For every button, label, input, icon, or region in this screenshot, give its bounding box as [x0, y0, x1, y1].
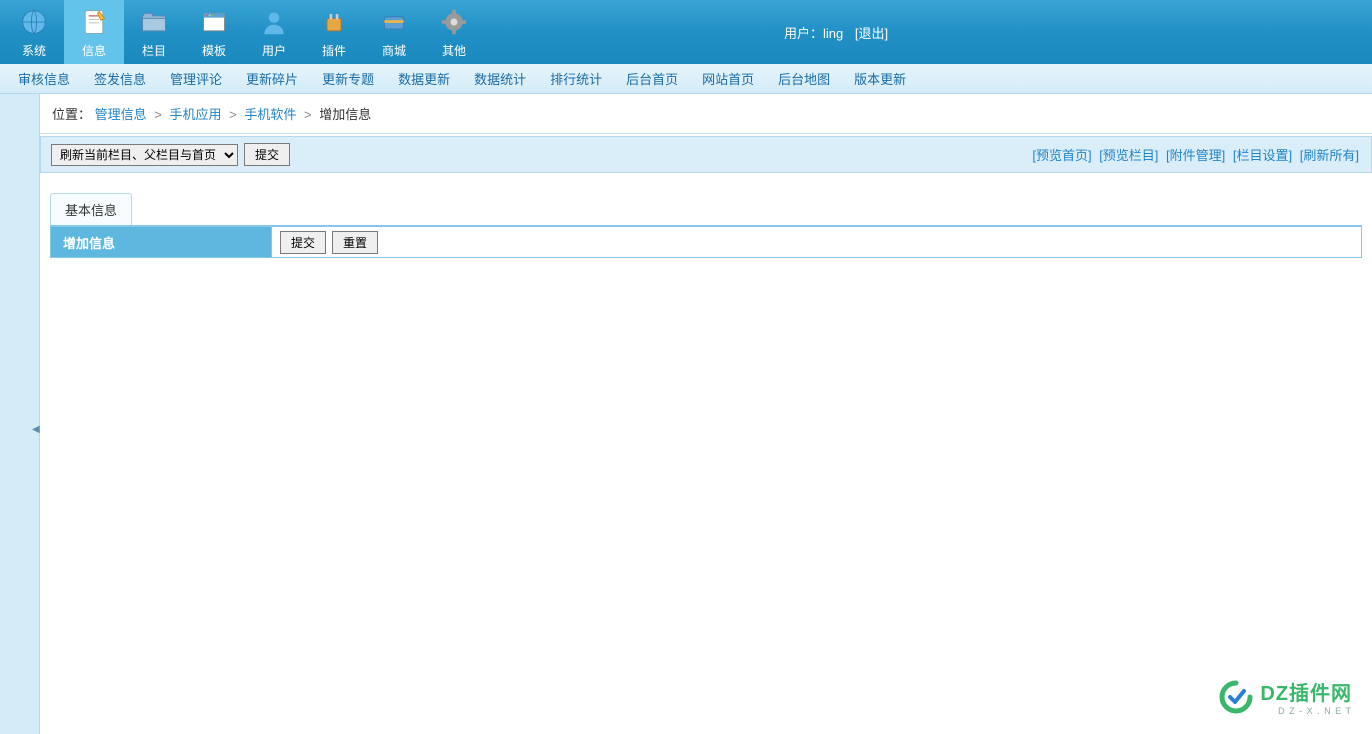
- breadcrumb-link[interactable]: 手机应用: [170, 107, 222, 122]
- user-icon: [258, 6, 290, 38]
- plugin-icon: [318, 6, 350, 38]
- document-icon: [78, 6, 110, 38]
- nav-shop[interactable]: 商城: [364, 0, 424, 64]
- subnav-item[interactable]: 后台地图: [766, 69, 842, 88]
- user-name: ling: [823, 26, 843, 41]
- preview-column-link[interactable]: [预览栏目]: [1099, 148, 1158, 163]
- form-submit-button[interactable]: 提交: [280, 231, 326, 254]
- breadcrumb-sep: >: [304, 107, 312, 122]
- nav-label: 插件: [322, 42, 346, 59]
- breadcrumb-sep: >: [229, 107, 237, 122]
- subnav-item[interactable]: 审核信息: [6, 69, 82, 88]
- form-reset-button[interactable]: 重置: [332, 231, 378, 254]
- refresh-scope-select[interactable]: 刷新当前栏目、父栏目与首页: [51, 144, 238, 166]
- nav-label: 用户: [262, 42, 286, 59]
- collapse-handle-icon[interactable]: ◀: [32, 424, 40, 444]
- tabs: 基本信息: [50, 193, 1362, 227]
- nav-label: 其他: [442, 42, 466, 59]
- folder-icon: [138, 6, 170, 38]
- window-icon: [198, 6, 230, 38]
- gear-icon: [438, 6, 470, 38]
- nav-label: 信息: [82, 42, 106, 59]
- nav-other[interactable]: 其他: [424, 0, 484, 64]
- nav-column[interactable]: 栏目: [124, 0, 184, 64]
- watermark: DZ插件网 D Z - X . N E T: [1218, 677, 1352, 716]
- subnav-item[interactable]: 签发信息: [82, 69, 158, 88]
- nav-label: 模板: [202, 42, 226, 59]
- tab-basic-info[interactable]: 基本信息: [50, 193, 132, 225]
- nav-label: 栏目: [142, 42, 166, 59]
- nav-user[interactable]: 用户: [244, 0, 304, 64]
- logout-link[interactable]: [退出]: [855, 26, 888, 41]
- action-bar: 刷新当前栏目、父栏目与首页 提交 [预览首页] [预览栏目] [附件管理] [栏…: [40, 136, 1372, 173]
- submit-button[interactable]: 提交: [244, 143, 290, 166]
- form-title: 增加信息: [51, 233, 271, 252]
- nav-info[interactable]: 信息: [64, 0, 124, 64]
- breadcrumb-link[interactable]: 手机软件: [244, 107, 296, 122]
- left-sidebar: ◀: [0, 94, 40, 734]
- globe-icon: [18, 6, 50, 38]
- watermark-text: DZ插件网: [1260, 677, 1352, 706]
- column-settings-link[interactable]: [栏目设置]: [1233, 148, 1292, 163]
- subnav-item[interactable]: 后台首页: [614, 69, 690, 88]
- nav-label: 系统: [22, 42, 46, 59]
- subnav-item[interactable]: 数据统计: [462, 69, 538, 88]
- top-nav: 系统 信息 栏目 模板 用户 插件 商城 其他 用户：ling [退出]: [0, 0, 1372, 64]
- shop-icon: [378, 6, 410, 38]
- nav-label: 商城: [382, 42, 406, 59]
- preview-home-link[interactable]: [预览首页]: [1032, 148, 1091, 163]
- sub-nav: 审核信息 签发信息 管理评论 更新碎片 更新专题 数据更新 数据统计 排行统计 …: [0, 64, 1372, 94]
- breadcrumb-sep: >: [154, 107, 162, 122]
- form-table: 增加信息 提交 重置: [50, 227, 1362, 258]
- nav-plugin[interactable]: 插件: [304, 0, 364, 64]
- breadcrumb-link[interactable]: 管理信息: [95, 107, 147, 122]
- watermark-icon: [1218, 679, 1254, 715]
- nav-system[interactable]: 系统: [4, 0, 64, 64]
- subnav-item[interactable]: 网站首页: [690, 69, 766, 88]
- nav-template[interactable]: 模板: [184, 0, 244, 64]
- refresh-all-link[interactable]: [刷新所有]: [1300, 148, 1359, 163]
- user-info: 用户：ling [退出]: [784, 23, 888, 42]
- subnav-item[interactable]: 管理评论: [158, 69, 234, 88]
- breadcrumb: 位置： 管理信息 > 手机应用 > 手机软件 > 增加信息: [40, 94, 1372, 134]
- user-label: 用户：: [784, 26, 823, 41]
- subnav-item[interactable]: 排行统计: [538, 69, 614, 88]
- watermark-sub: D Z - X . N E T: [1260, 706, 1352, 716]
- breadcrumb-prefix: 位置：: [52, 107, 91, 122]
- subnav-item[interactable]: 版本更新: [842, 69, 918, 88]
- subnav-item[interactable]: 数据更新: [386, 69, 462, 88]
- subnav-item[interactable]: 更新碎片: [234, 69, 310, 88]
- attachment-link[interactable]: [附件管理]: [1166, 148, 1225, 163]
- subnav-item[interactable]: 更新专题: [310, 69, 386, 88]
- breadcrumb-current: 增加信息: [319, 107, 371, 122]
